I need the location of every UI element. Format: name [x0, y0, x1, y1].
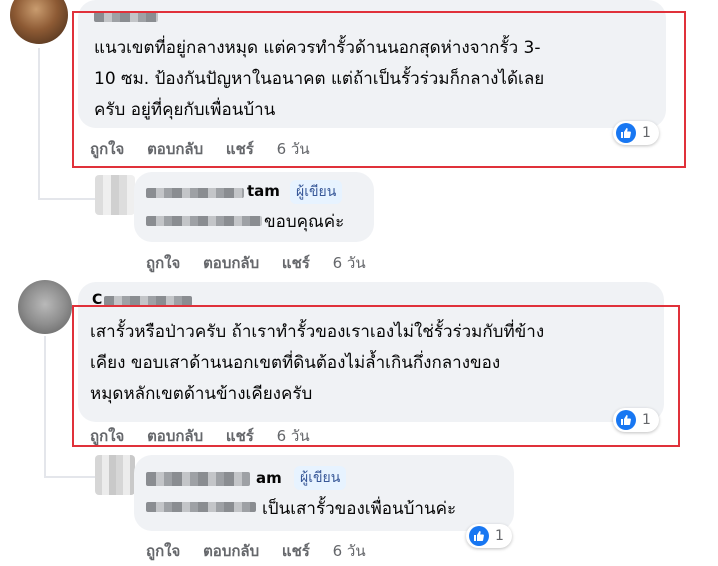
- like-link[interactable]: ถูกใจ: [146, 254, 180, 272]
- reply-avatar-blurred[interactable]: [95, 175, 135, 215]
- thread-line: [44, 336, 46, 476]
- author-badge: ผู้เขียน: [294, 466, 347, 490]
- reply-actions: ถูกใจ ตอบกลับ แชร์ 6 วัน: [146, 251, 384, 275]
- timestamp[interactable]: 6 วัน: [333, 542, 366, 560]
- thread-line: [38, 198, 96, 200]
- reply-text-blurred: [146, 216, 262, 226]
- reply-text: ขอบคุณค่ะ: [264, 212, 345, 232]
- thumbs-up-icon: [469, 526, 489, 546]
- highlight-box: [72, 305, 680, 447]
- replier-name-suffix[interactable]: am: [256, 469, 282, 487]
- thread-line: [44, 476, 96, 478]
- timestamp[interactable]: 6 วัน: [333, 254, 366, 272]
- replier-name-blurred[interactable]: [146, 188, 244, 198]
- author-badge: ผู้เขียน: [290, 180, 343, 204]
- reply-link[interactable]: ตอบกลับ: [203, 254, 259, 272]
- reaction-badge[interactable]: 1: [466, 524, 512, 548]
- reply-actions: ถูกใจ ตอบกลับ แชร์ 6 วัน: [146, 539, 384, 563]
- reply-link[interactable]: ตอบกลับ: [203, 542, 259, 560]
- reply-text-blurred: [146, 502, 256, 512]
- reply-avatar-blurred[interactable]: [95, 455, 135, 495]
- commenter-avatar[interactable]: [10, 0, 68, 44]
- reply-text: เป็นเสารั้วของเพื่อนบ้านค่ะ: [262, 499, 457, 519]
- commenter-avatar[interactable]: [18, 280, 72, 334]
- replier-name-suffix[interactable]: tam: [247, 182, 280, 200]
- share-link[interactable]: แชร์: [282, 254, 310, 272]
- like-link[interactable]: ถูกใจ: [146, 542, 180, 560]
- thread-line: [38, 48, 40, 198]
- share-link[interactable]: แชร์: [282, 542, 310, 560]
- highlight-box: [72, 11, 686, 168]
- replier-name-blurred[interactable]: [146, 472, 250, 486]
- reaction-count: 1: [495, 528, 504, 544]
